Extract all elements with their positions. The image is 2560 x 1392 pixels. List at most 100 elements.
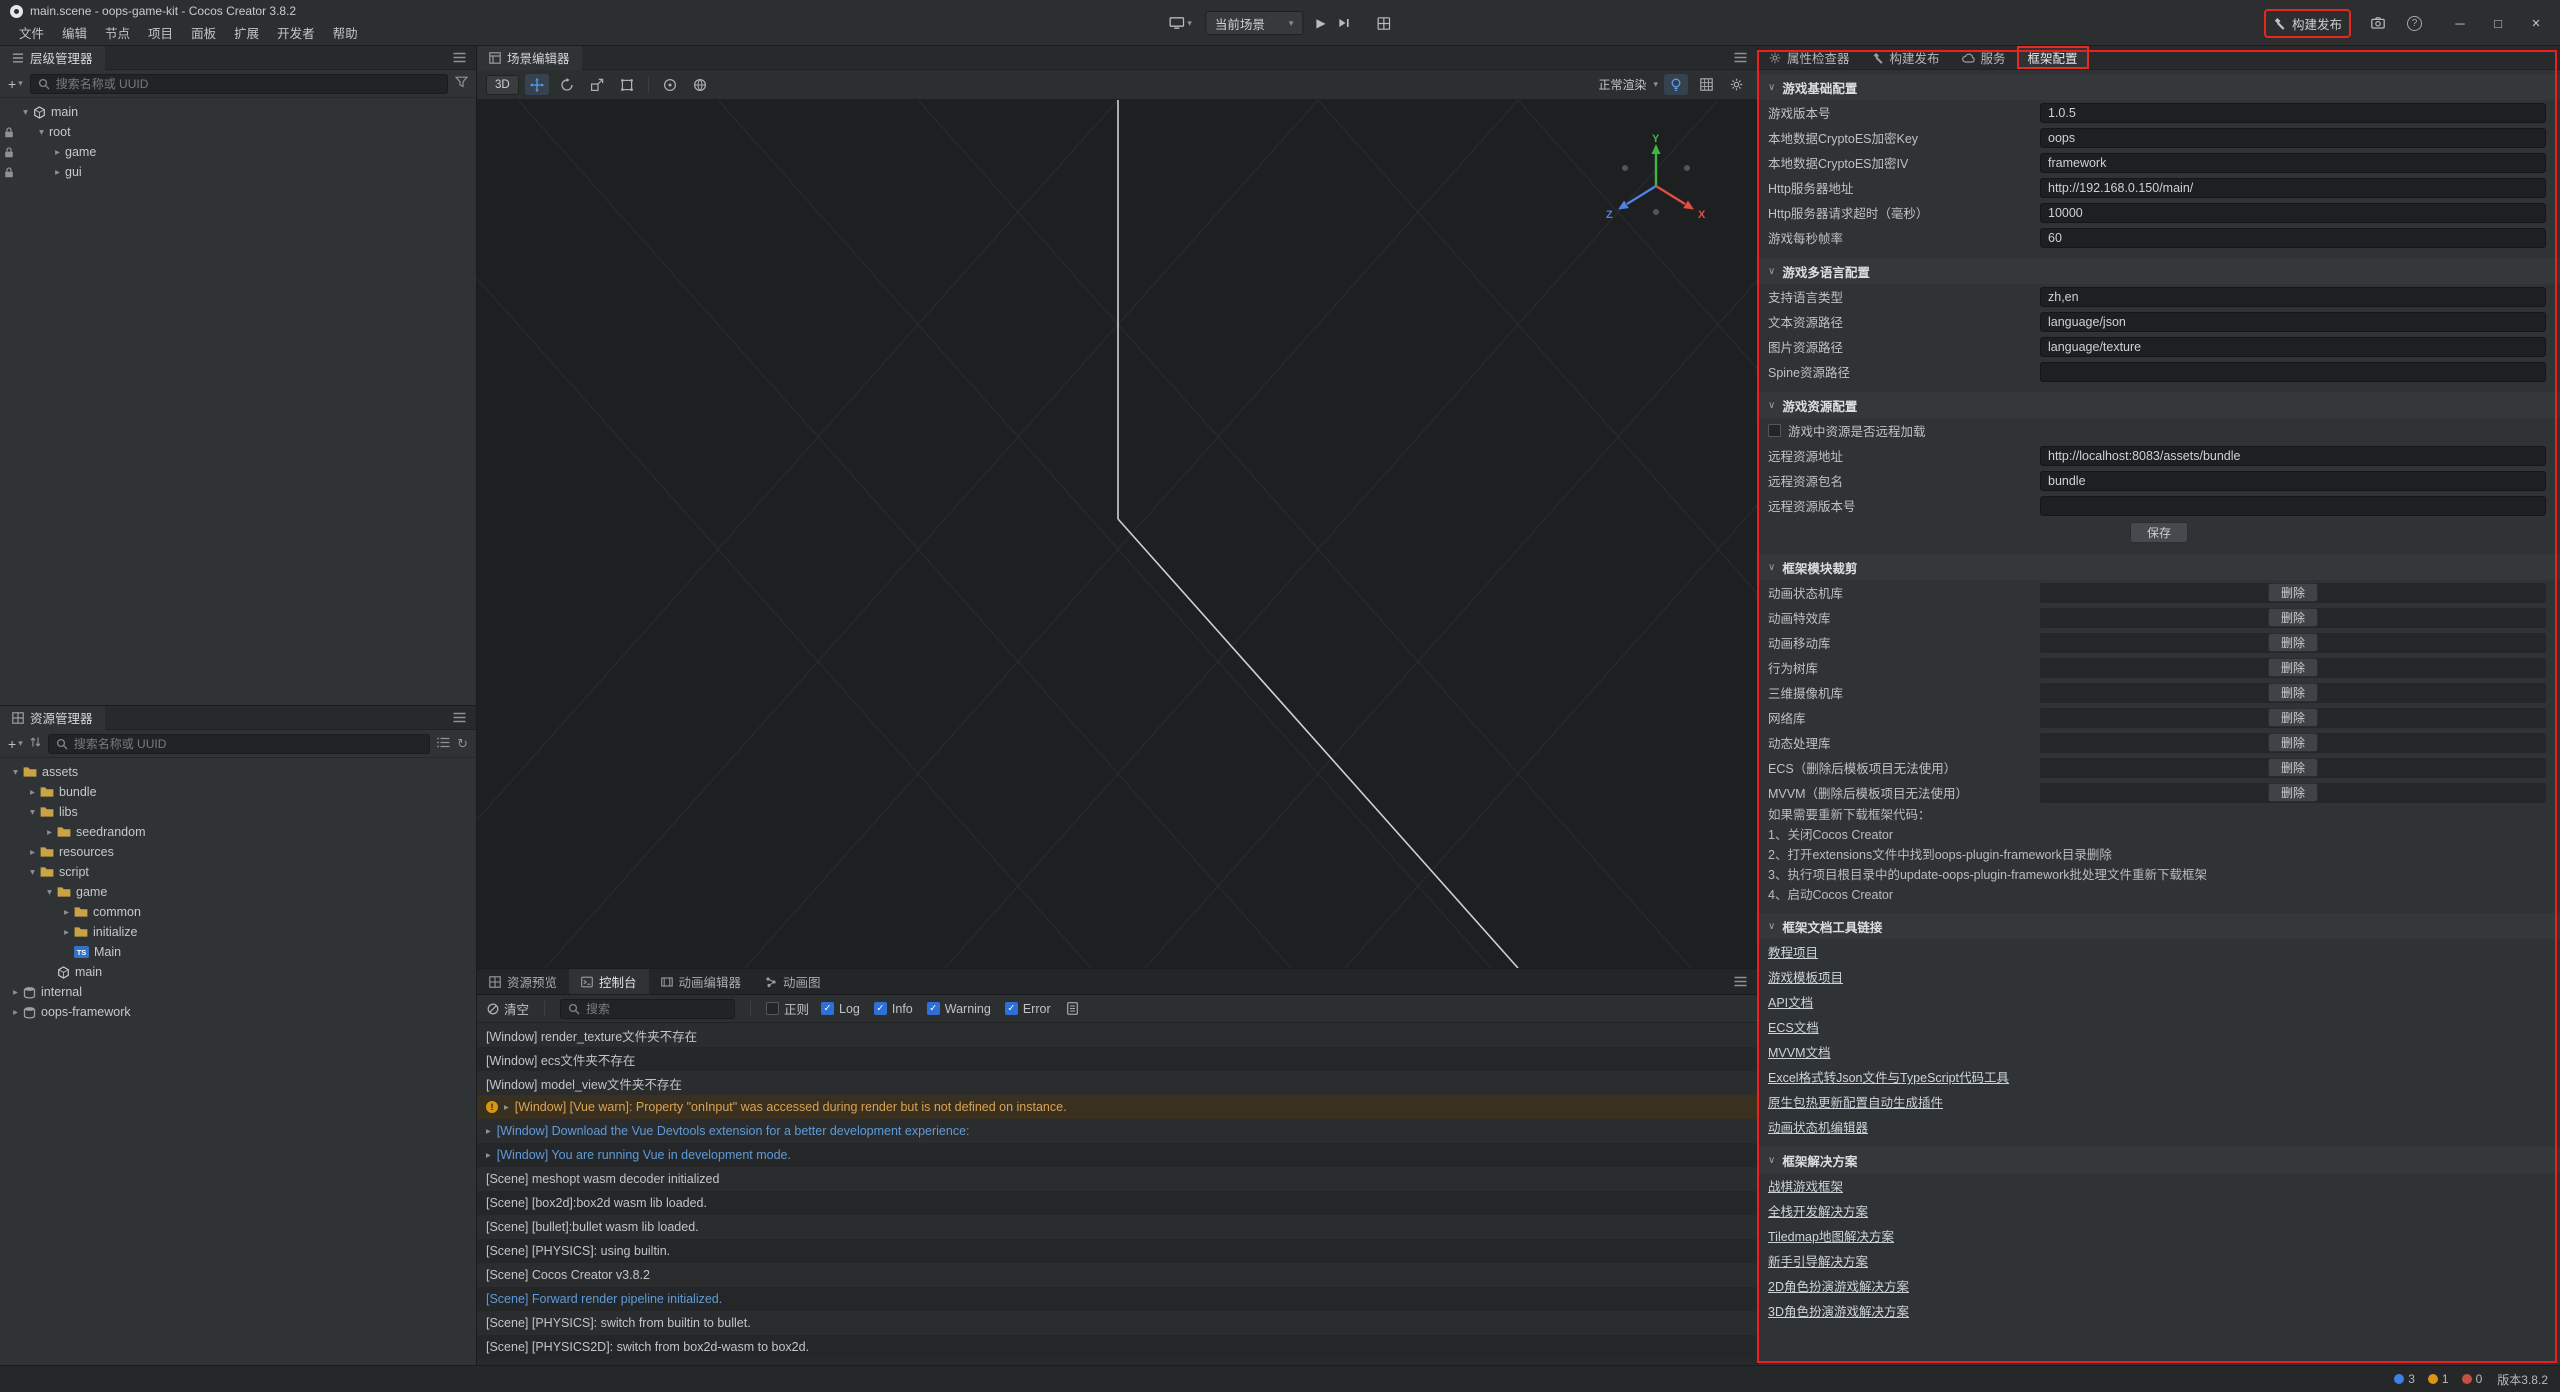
caret-down-icon[interactable]: ▾ — [18, 107, 33, 118]
scene-settings-button[interactable] — [1724, 74, 1748, 95]
section-header[interactable]: ∨框架解决方案 — [1758, 1147, 2560, 1173]
tab-framework[interactable]: 框架配置 — [2017, 46, 2089, 69]
doc-link[interactable]: ECS文档 — [1768, 1017, 1819, 1036]
mode-3d-button[interactable]: 3D — [486, 75, 519, 95]
hierarchy-panel-tab[interactable]: 层级管理器 — [0, 46, 105, 70]
gizmo-pivot-button[interactable] — [658, 74, 682, 95]
caret-right-icon[interactable]: ▸ — [25, 847, 40, 858]
tree-row[interactable]: main — [0, 962, 476, 982]
hierarchy-menu-button[interactable] — [443, 52, 476, 63]
filter-error[interactable]: ✓Error — [1005, 1002, 1051, 1016]
caret-down-icon[interactable]: ▾ — [8, 767, 23, 778]
layout-button[interactable] — [1378, 17, 1391, 30]
delete-module-button[interactable]: 删除 — [2268, 708, 2318, 727]
maximize-button[interactable]: □ — [2490, 16, 2506, 31]
doc-link[interactable]: 全栈开发解决方案 — [1768, 1201, 1868, 1220]
doc-link[interactable]: Excel格式转Json文件与TypeScript代码工具 — [1768, 1067, 2009, 1086]
property-input[interactable] — [2040, 128, 2546, 148]
tab-anim-graph[interactable]: 动画图 — [753, 969, 833, 994]
gizmo-space-button[interactable] — [688, 74, 712, 95]
tab-inspector[interactable]: 属性检查器 — [1758, 46, 1861, 69]
scene-selector-dropdown[interactable]: 当前场景 ▾ — [1205, 11, 1304, 35]
doc-link[interactable]: 新手引导解决方案 — [1768, 1251, 1868, 1270]
menubar-item-2[interactable]: 节点 — [96, 21, 139, 44]
console-log-row[interactable]: [Window] render_texture文件夹不存在 — [477, 1023, 1757, 1047]
clear-console-button[interactable]: 清空 — [487, 999, 529, 1018]
property-input[interactable] — [2040, 153, 2546, 173]
console-log-row[interactable]: [Scene] [PHYSICS]: using builtin. — [477, 1239, 1757, 1263]
assets-sort-button[interactable] — [30, 736, 41, 751]
property-input[interactable] — [2040, 496, 2546, 516]
expand-caret-icon[interactable]: ▸ — [486, 1150, 491, 1161]
menubar-item-4[interactable]: 面板 — [182, 21, 225, 44]
console-log-row[interactable]: [Window] model_view文件夹不存在 — [477, 1071, 1757, 1095]
regex-checkbox[interactable]: 正则 — [766, 999, 809, 1018]
property-input[interactable] — [2040, 203, 2546, 223]
caret-down-icon[interactable]: ▾ — [25, 867, 40, 878]
tree-row[interactable]: ▾libs — [0, 802, 476, 822]
warning-count[interactable]: 1 — [2428, 1372, 2449, 1386]
scene-grid-toggle[interactable] — [1694, 74, 1718, 95]
delete-module-button[interactable]: 删除 — [2268, 683, 2318, 702]
section-header[interactable]: ∨游戏资源配置 — [1758, 392, 2560, 418]
doc-link[interactable]: 原生包热更新配置自动生成插件 — [1768, 1092, 1943, 1111]
property-input[interactable] — [2040, 337, 2546, 357]
screenshot-button[interactable] — [2371, 17, 2385, 29]
tree-row[interactable]: ▸seedrandom — [0, 822, 476, 842]
tree-row[interactable]: ▸common — [0, 902, 476, 922]
tree-row[interactable]: ▸initialize — [0, 922, 476, 942]
section-header[interactable]: ∨框架文档工具链接 — [1758, 913, 2560, 939]
delete-module-button[interactable]: 删除 — [2268, 658, 2318, 677]
doc-link[interactable]: 2D角色扮演游戏解决方案 — [1768, 1276, 1909, 1295]
menubar-item-0[interactable]: 文件 — [10, 21, 53, 44]
tree-row[interactable]: ▾script — [0, 862, 476, 882]
caret-right-icon[interactable]: ▸ — [25, 787, 40, 798]
step-button[interactable] — [1339, 18, 1351, 28]
console-log-row[interactable]: [Window] ecs文件夹不存在 — [477, 1047, 1757, 1071]
move-tool-button[interactable] — [525, 74, 549, 95]
assets-menu-button[interactable] — [443, 712, 476, 723]
menubar-item-3[interactable]: 项目 — [139, 21, 182, 44]
caret-right-icon[interactable]: ▸ — [42, 827, 57, 838]
doc-link[interactable]: 教程项目 — [1768, 942, 1818, 961]
console-log-row[interactable]: ▸[Window] Download the Vue Devtools exte… — [477, 1119, 1757, 1143]
property-input[interactable] — [2040, 228, 2546, 248]
tree-row[interactable]: ▸gui — [0, 162, 476, 182]
tree-row[interactable]: ▾assets — [0, 762, 476, 782]
filter-warning[interactable]: ✓Warning — [927, 1002, 991, 1016]
caret-right-icon[interactable]: ▸ — [8, 1007, 23, 1018]
section-header[interactable]: ∨游戏基础配置 — [1758, 74, 2560, 100]
doc-link[interactable]: 游戏模板项目 — [1768, 967, 1843, 986]
create-node-button[interactable]: +▾ — [8, 76, 23, 92]
delete-module-button[interactable]: 删除 — [2268, 608, 2318, 627]
render-mode-dropdown[interactable]: 正常渲染 ▾ — [1598, 76, 1658, 93]
tab-build[interactable]: 构建发布 — [1861, 46, 1951, 69]
delete-module-button[interactable]: 删除 — [2268, 758, 2318, 777]
checkbox-row[interactable]: 游戏中资源是否远程加载 — [1758, 418, 2560, 443]
menubar-item-7[interactable]: 帮助 — [324, 21, 367, 44]
caret-down-icon[interactable]: ▾ — [34, 127, 49, 138]
delete-module-button[interactable]: 删除 — [2268, 583, 2318, 602]
tree-row[interactable]: ▸bundle — [0, 782, 476, 802]
close-button[interactable]: × — [2528, 15, 2544, 32]
console-log-row[interactable]: [Scene] [PHYSICS2D]: switch from box2d-w… — [477, 1335, 1757, 1359]
console-log-row[interactable]: [Scene] meshopt wasm decoder initialized — [477, 1167, 1757, 1191]
doc-link[interactable]: 战棋游戏框架 — [1768, 1176, 1843, 1195]
tree-row[interactable]: ▸game — [0, 142, 476, 162]
caret-down-icon[interactable]: ▾ — [25, 807, 40, 818]
error-count[interactable]: 0 — [2462, 1372, 2483, 1386]
tab-console[interactable]: 控制台 — [569, 969, 649, 994]
tree-row[interactable]: ▸oops-framework — [0, 1002, 476, 1022]
expand-caret-icon[interactable]: ▸ — [504, 1102, 509, 1113]
hierarchy-search-input[interactable] — [56, 77, 440, 91]
rotate-tool-button[interactable] — [555, 74, 579, 95]
expand-caret-icon[interactable]: ▸ — [486, 1126, 491, 1137]
assets-search-input[interactable] — [74, 737, 422, 751]
console-log-row[interactable]: [Scene] [bullet]:bullet wasm lib loaded. — [477, 1215, 1757, 1239]
menubar-item-5[interactable]: 扩展 — [225, 21, 268, 44]
console-menu-button[interactable] — [1724, 969, 1757, 994]
tab-service[interactable]: 服务 — [1951, 46, 2017, 69]
log-count[interactable]: 3 — [2394, 1372, 2415, 1386]
tree-row[interactable]: ▾game — [0, 882, 476, 902]
create-asset-button[interactable]: +▾ — [8, 736, 23, 752]
